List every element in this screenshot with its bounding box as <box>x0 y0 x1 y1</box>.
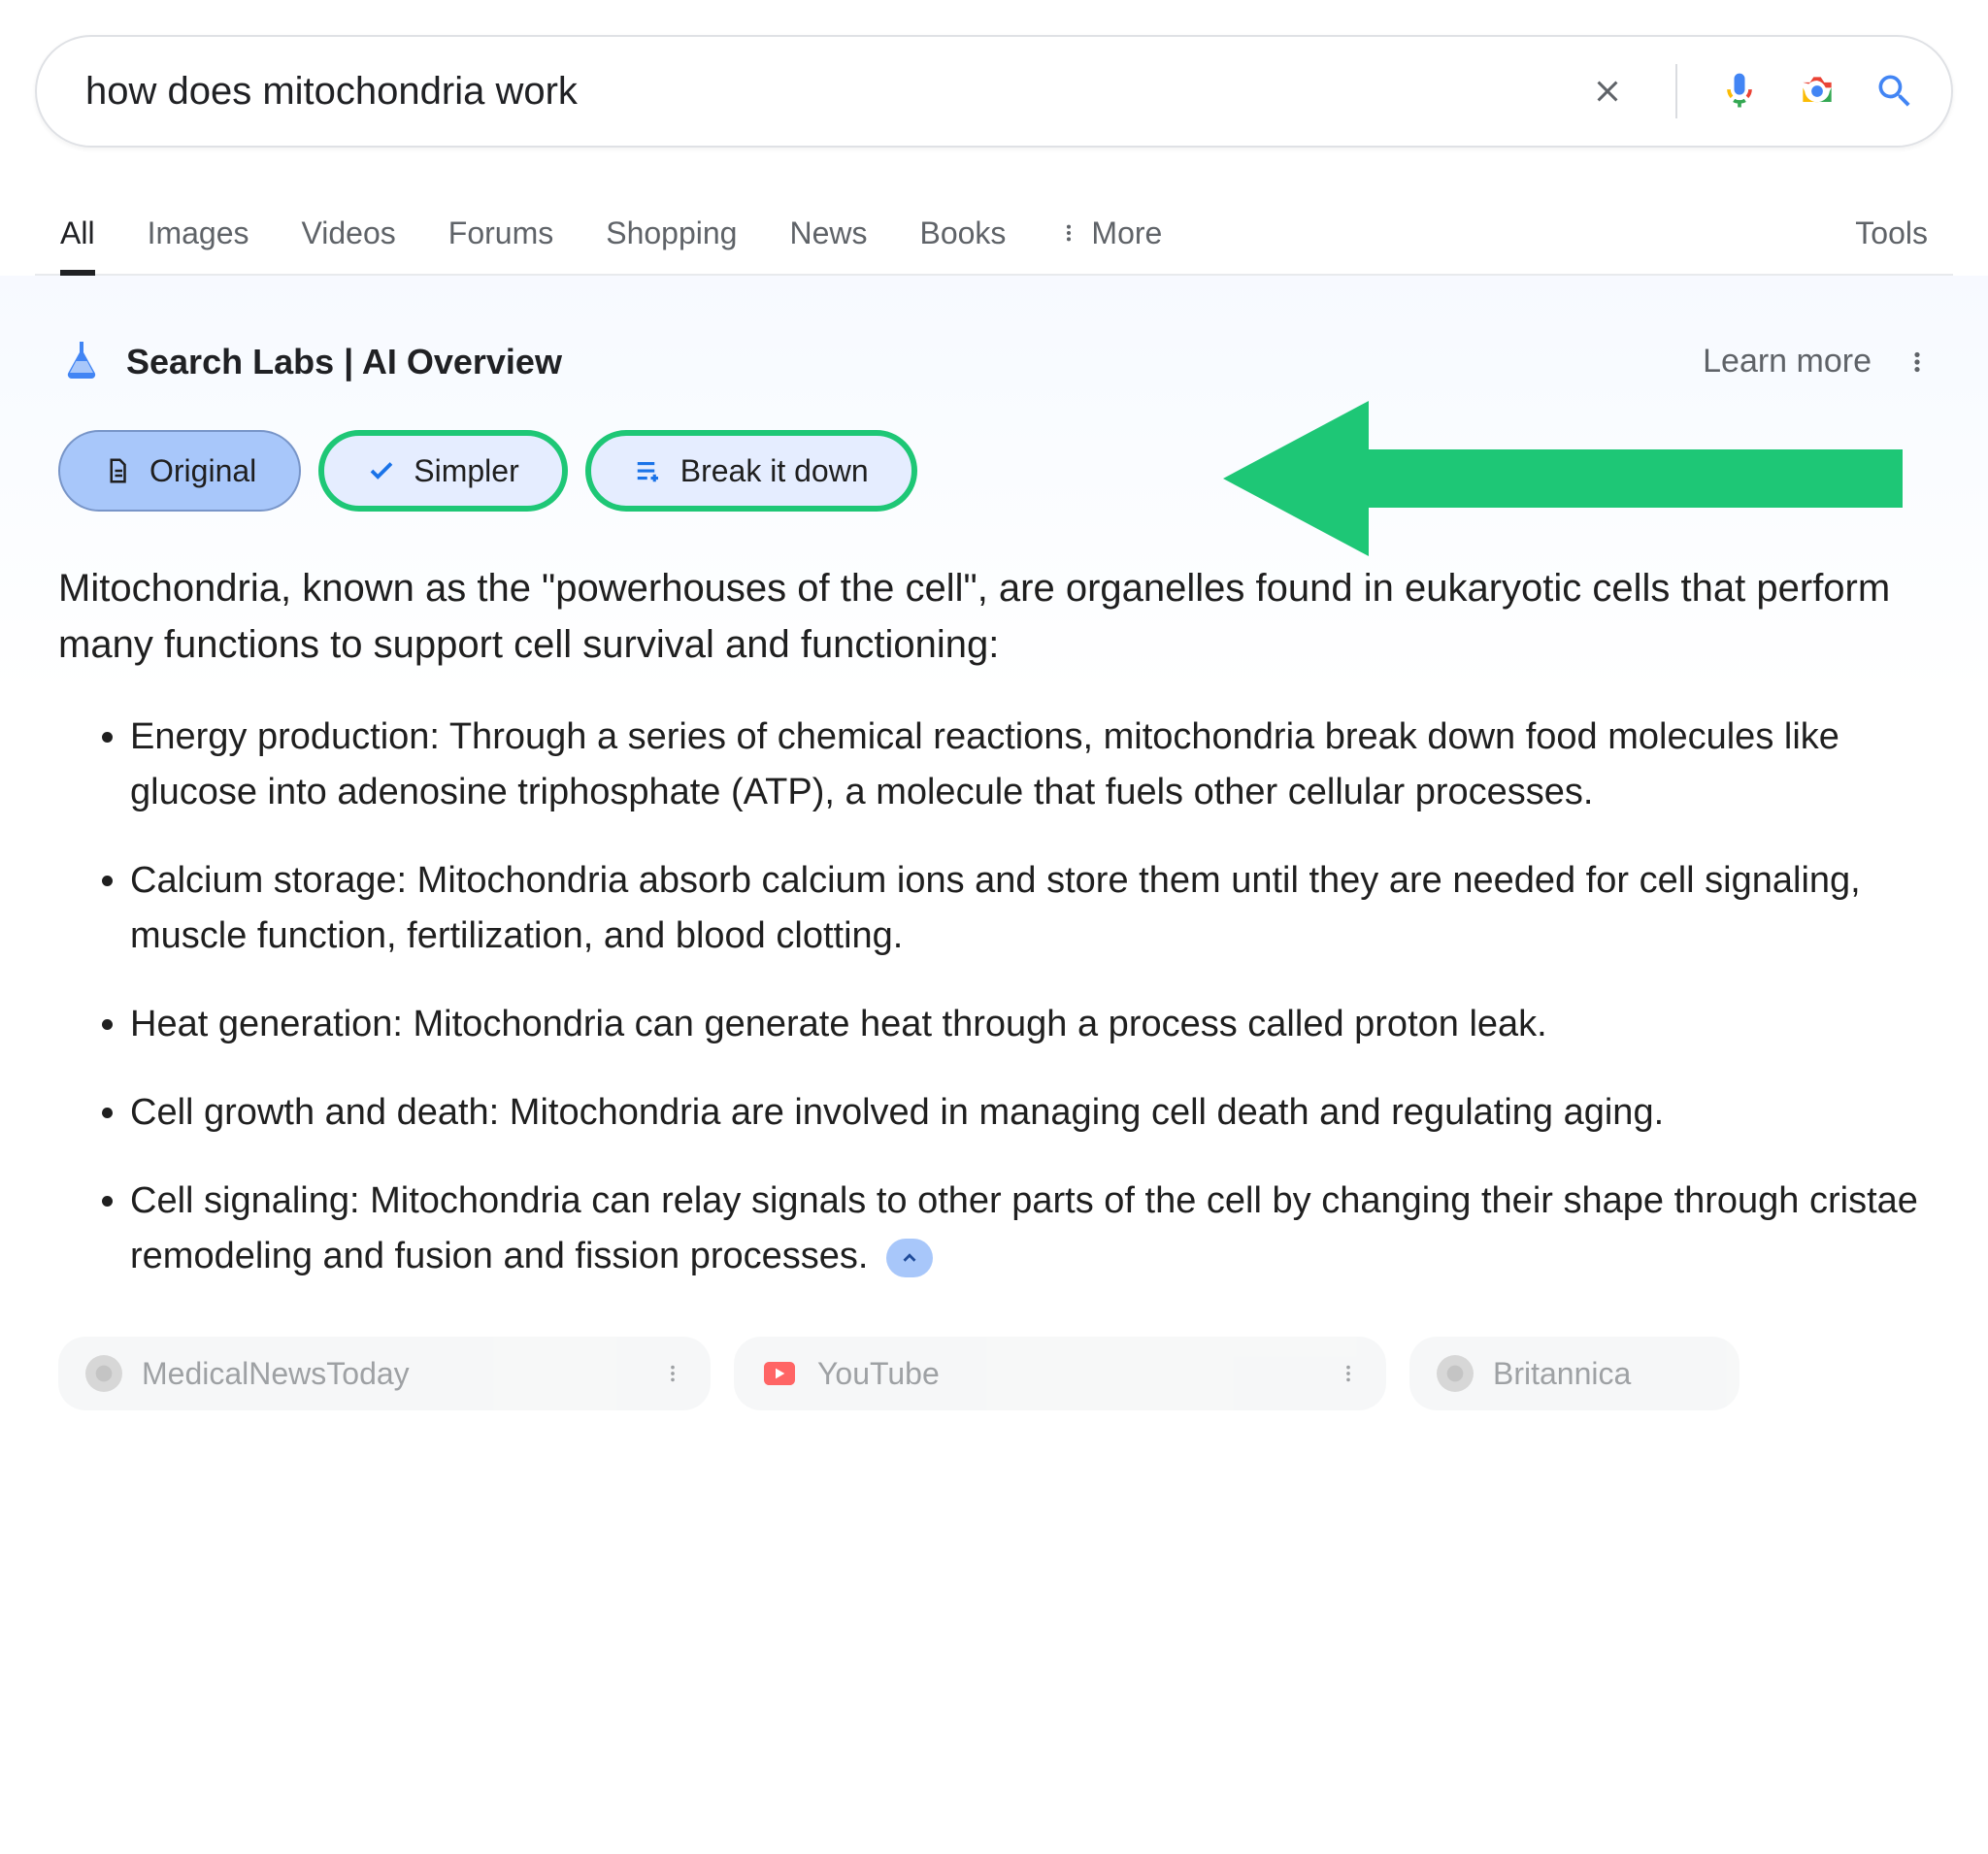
source-name: Britannica <box>1493 1356 1631 1392</box>
image-search-icon[interactable] <box>1796 70 1839 113</box>
tab-label: Shopping <box>606 215 737 251</box>
more-vert-icon <box>1058 222 1079 244</box>
list-item: Calcium storage: Mitochondria absorb cal… <box>130 853 1930 964</box>
card-menu-icon[interactable] <box>662 1356 683 1392</box>
tab-books[interactable]: Books <box>919 192 1006 274</box>
search-bar <box>35 35 1953 148</box>
collapse-button[interactable] <box>886 1239 933 1277</box>
tab-shopping[interactable]: Shopping <box>606 192 737 274</box>
source-card[interactable]: MedicalNewsToday <box>58 1337 711 1410</box>
voice-search-icon[interactable] <box>1718 70 1761 113</box>
check-icon <box>367 456 396 485</box>
chevron-up-icon <box>899 1247 920 1269</box>
search-tabs: All Images Videos Forums Shopping News B… <box>35 192 1953 276</box>
source-favicon-icon <box>85 1355 122 1392</box>
source-favicon-icon <box>1437 1355 1474 1392</box>
source-name: MedicalNewsToday <box>142 1356 410 1392</box>
tools-button[interactable]: Tools <box>1855 215 1928 251</box>
list-item-text: Cell signaling: Mitochondria can relay s… <box>130 1180 1918 1276</box>
chip-original[interactable]: Original <box>58 430 301 512</box>
tab-all[interactable]: All <box>60 192 95 274</box>
tab-label: News <box>789 215 867 251</box>
chip-break-it-down[interactable]: Break it down <box>585 430 917 512</box>
chip-label: Simpler <box>414 453 518 489</box>
source-cards: MedicalNewsToday YouTube Britannica <box>58 1337 1930 1410</box>
chip-label: Break it down <box>680 453 869 489</box>
list-item: Energy production: Through a series of c… <box>130 710 1930 820</box>
tab-news[interactable]: News <box>789 192 867 274</box>
youtube-icon <box>761 1355 798 1392</box>
labs-flask-icon <box>58 336 105 387</box>
tab-label: More <box>1091 215 1162 251</box>
list-item: Cell growth and death: Mitochondria are … <box>130 1085 1930 1141</box>
list-item: Heat generation: Mitochondria can genera… <box>130 997 1930 1052</box>
ai-overview-title: Search Labs | AI Overview <box>126 342 562 382</box>
learn-more-link[interactable]: Learn more <box>1703 343 1872 381</box>
tab-videos[interactable]: Videos <box>302 192 396 274</box>
ai-mode-chips: Original Simpler Break it down <box>58 430 1930 512</box>
tab-images[interactable]: Images <box>148 192 249 274</box>
ai-overview-list: Energy production: Through a series of c… <box>58 710 1930 1284</box>
list-plus-icon <box>634 456 663 485</box>
search-input[interactable] <box>85 70 1590 114</box>
source-card[interactable]: Britannica <box>1409 1337 1740 1410</box>
chip-simpler[interactable]: Simpler <box>318 430 567 512</box>
tab-label: Forums <box>448 215 553 251</box>
list-item: Cell signaling: Mitochondria can relay s… <box>130 1174 1930 1284</box>
ai-overview-body: Mitochondria, known as the "powerhouses … <box>58 560 1930 1284</box>
tab-label: All <box>60 215 95 251</box>
ai-overview-menu-icon[interactable] <box>1905 349 1930 375</box>
ai-overview-paragraph: Mitochondria, known as the "powerhouses … <box>58 560 1930 673</box>
tab-label: Books <box>919 215 1006 251</box>
clear-icon[interactable] <box>1590 74 1625 109</box>
ai-overview-header: Search Labs | AI Overview Learn more <box>58 336 1930 387</box>
tools-label: Tools <box>1855 215 1928 250</box>
source-name: YouTube <box>817 1356 940 1392</box>
search-icon[interactable] <box>1873 70 1916 113</box>
tab-label: Videos <box>302 215 396 251</box>
tab-label: Images <box>148 215 249 251</box>
card-menu-icon[interactable] <box>1338 1356 1359 1392</box>
divider <box>1675 64 1677 118</box>
annotation-arrow-icon <box>1223 401 1903 556</box>
tab-forums[interactable]: Forums <box>448 192 553 274</box>
tab-more[interactable]: More <box>1058 192 1162 274</box>
chip-label: Original <box>149 453 256 489</box>
ai-overview-panel: Search Labs | AI Overview Learn more Ori… <box>0 276 1988 1440</box>
source-card[interactable]: YouTube <box>734 1337 1386 1410</box>
document-icon <box>103 456 132 485</box>
